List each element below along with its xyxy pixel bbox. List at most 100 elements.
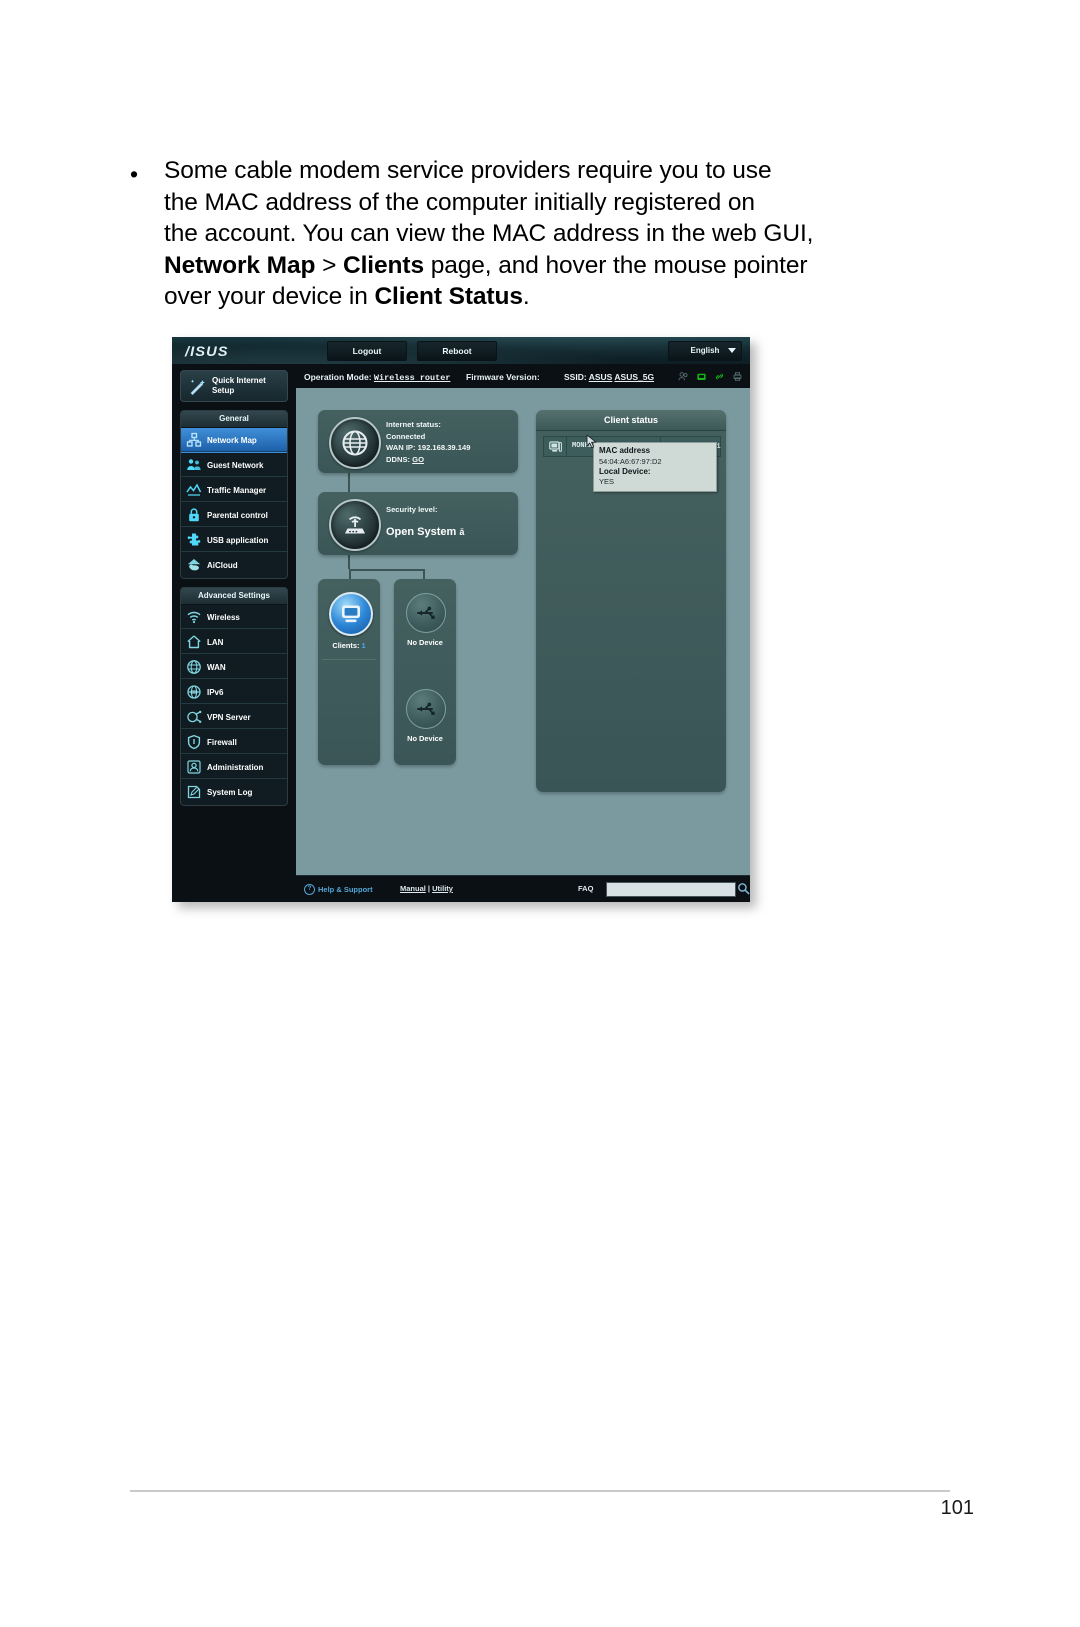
- clients-label: Clients:: [332, 641, 362, 650]
- sidebar-item-parental-control[interactable]: Parental control: [181, 503, 287, 528]
- sidebar-item-wireless[interactable]: Wireless: [181, 605, 287, 630]
- faq-search-input[interactable]: [606, 882, 736, 897]
- guest-network-icon: [187, 459, 201, 470]
- sidebar-item-vpn-server[interactable]: VPN Server: [181, 705, 287, 730]
- wifi-icon: [187, 611, 201, 624]
- utility-link[interactable]: Utility: [432, 884, 453, 893]
- note-bold-client-status: Client Status: [374, 283, 523, 311]
- sidebar-item-guest-network-label: Guest Network: [207, 460, 264, 470]
- sidebar-item-system-log[interactable]: System Log: [181, 780, 287, 805]
- wand-icon: [190, 379, 205, 396]
- sidebar-item-usb-application[interactable]: USB application: [181, 528, 287, 553]
- sidebar-item-wireless-label: Wireless: [207, 612, 240, 622]
- lock-glyph-icon: ā: [459, 527, 465, 537]
- sidebar-item-lan[interactable]: LAN: [181, 630, 287, 655]
- usb-card[interactable]: No Device No Device: [394, 579, 456, 765]
- sidebar-item-ipv6-label: IPv6: [207, 687, 224, 697]
- footer-links: Manual | Utility: [400, 884, 453, 893]
- sidebar-item-guest-network[interactable]: Guest Network: [181, 453, 287, 478]
- clients-count-caption: Clients: 1: [318, 641, 380, 650]
- sidebar-item-network-map-label: Network Map: [207, 435, 257, 445]
- ddns-go-link[interactable]: GO: [412, 455, 424, 464]
- menu-group-advanced-settings: Advanced Settings Wireless LAN WAN IPv6 …: [180, 587, 288, 806]
- language-selector[interactable]: English: [668, 341, 742, 361]
- magnifier-icon[interactable]: [737, 882, 750, 900]
- sidebar: Quick Internet Setup General Network Map: [172, 364, 296, 902]
- connector-security-down: [348, 555, 350, 569]
- link-icon[interactable]: [714, 371, 725, 382]
- sidebar-item-ipv6[interactable]: IPv6: [181, 680, 287, 705]
- sidebar-item-traffic-manager-label: Traffic Manager: [207, 485, 267, 495]
- sidebar-item-usb-application-label: USB application: [207, 535, 269, 545]
- printer-icon[interactable]: [732, 371, 743, 382]
- bullet-marker: •: [130, 161, 139, 187]
- usb-slot2-caption: No Device: [407, 734, 443, 743]
- ssid-value-24g[interactable]: ASUS: [589, 372, 613, 382]
- faq-label: FAQ: [578, 884, 594, 893]
- clients-card[interactable]: Clients: 1: [318, 579, 380, 765]
- manual-link[interactable]: Manual: [400, 884, 426, 893]
- clients-count: 1: [361, 641, 366, 650]
- mouse-pointer-icon: [586, 434, 598, 455]
- router-footer: ? Help & Support Manual | Utility FAQ: [296, 875, 750, 902]
- sidebar-item-aicloud-label: AiCloud: [207, 560, 238, 570]
- page-footer-rule: [130, 1490, 950, 1492]
- quick-internet-setup-button[interactable]: Quick Internet Setup: [180, 370, 288, 402]
- help-and-support-link[interactable]: ? Help & Support: [304, 884, 373, 895]
- security-level-card[interactable]: Security level: Open System ā: [318, 492, 518, 555]
- asus-logo: /ISUS: [184, 343, 229, 359]
- note-line-5-pre: over your device in: [164, 283, 375, 311]
- sidebar-item-parental-control-label: Parental control: [207, 510, 268, 520]
- router-ui-screenshot: /ISUS Logout Reboot English Operation Mo…: [172, 337, 750, 902]
- ipv6-icon: [187, 685, 201, 699]
- sidebar-item-wan-label: WAN: [207, 662, 226, 672]
- reboot-button[interactable]: Reboot: [417, 341, 497, 361]
- sidebar-item-wan[interactable]: WAN: [181, 655, 287, 680]
- ssid-info: SSID: ASUS ASUS_5G: [564, 372, 654, 382]
- tooltip-local-device-label: Local Device:: [599, 466, 651, 476]
- ddns-row: DDNS: GO: [386, 454, 470, 466]
- usb-status-icon[interactable]: [696, 371, 707, 382]
- router-icon: [329, 499, 381, 551]
- pc-icon: [544, 437, 567, 456]
- sidebar-item-lan-label: LAN: [207, 637, 224, 647]
- tooltip-local-device-value: YES: [599, 477, 615, 486]
- logout-button[interactable]: Logout: [327, 341, 407, 361]
- operation-mode-value[interactable]: Wireless router: [374, 373, 451, 383]
- wan-ip-value: WAN IP: 192.168.39.149: [386, 443, 471, 452]
- note-line-4-rest: page, and hover the mouse pointer: [423, 251, 808, 279]
- system-log-icon: [187, 785, 201, 799]
- note-paragraph: Some cable modem service providers requi…: [164, 155, 813, 313]
- sidebar-item-traffic-manager[interactable]: Traffic Manager: [181, 478, 287, 503]
- note-line-2: the MAC address of the computer initiall…: [164, 188, 755, 216]
- cloud-icon: [187, 559, 201, 571]
- note-line-5-post: .: [522, 283, 530, 311]
- tooltip-mac-label: MAC address: [599, 446, 651, 455]
- monitor-icon: [329, 592, 373, 636]
- note-bold-network-map: Network Map: [164, 251, 316, 279]
- client-status-title: Client status: [536, 410, 726, 431]
- info-strip: Operation Mode: Wireless router Firmware…: [296, 364, 750, 388]
- note-bold-clients: Clients: [343, 251, 424, 279]
- sidebar-item-vpn-server-label: VPN Server: [207, 712, 251, 722]
- sidebar-item-firewall[interactable]: Firewall: [181, 730, 287, 755]
- vpn-icon: [187, 710, 202, 723]
- menu-group-general: General Network Map Guest Network Traffi…: [180, 410, 288, 579]
- network-map-icon: [186, 432, 202, 447]
- users-icon[interactable]: [678, 371, 689, 382]
- connector-horizontal: [349, 569, 425, 571]
- ssid-value-5g[interactable]: ASUS_5G: [614, 372, 654, 382]
- sidebar-item-administration[interactable]: Administration: [181, 755, 287, 780]
- operation-mode-label: Operation Mode:: [304, 372, 372, 382]
- qis-line-1: Quick Internet: [212, 376, 266, 385]
- lock-icon: [189, 508, 199, 522]
- security-level-value: Open System: [386, 526, 457, 538]
- internet-status-card[interactable]: Internet status: Connected WAN IP: 192.1…: [318, 410, 518, 473]
- qis-line-2: Setup: [212, 386, 235, 395]
- sidebar-item-aicloud[interactable]: AiCloud: [181, 553, 287, 578]
- sidebar-item-network-map[interactable]: Network Map: [181, 428, 287, 453]
- mac-address-tooltip: MAC address 54:04:A6:67:97:D2 Local Devi…: [593, 442, 717, 492]
- shield-icon: [187, 734, 201, 750]
- network-map-canvas: Internet status: Connected WAN IP: 192.1…: [296, 388, 750, 876]
- client-status-panel: Client status MONKEY_KANG-PC1 192.168.1.…: [536, 410, 726, 792]
